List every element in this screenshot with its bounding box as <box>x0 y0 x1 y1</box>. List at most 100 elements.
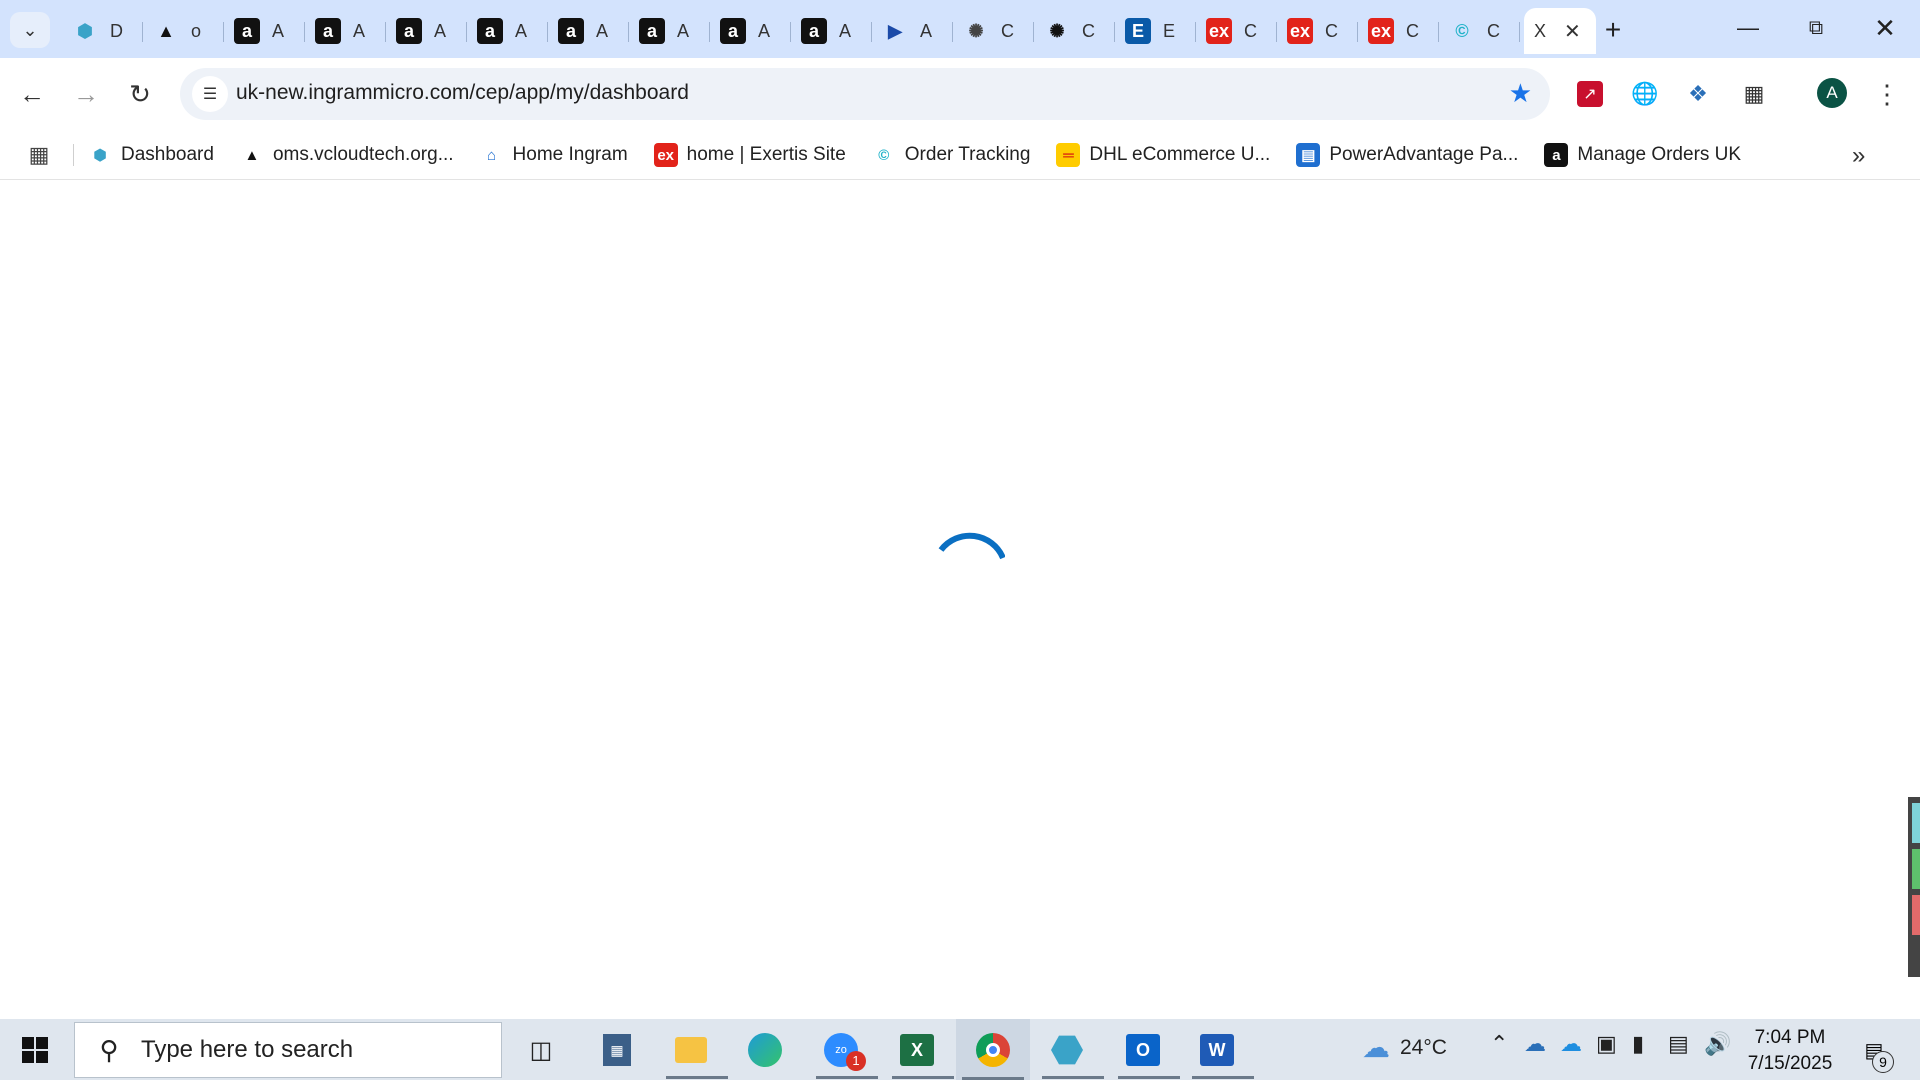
close-tab-icon[interactable]: ✕ <box>1564 19 1581 44</box>
browser-tab[interactable]: EE <box>1115 8 1196 54</box>
calculator-icon: ▦ <box>603 1034 631 1066</box>
browser-tab[interactable]: ex C <box>1358 8 1439 54</box>
new-tab-button[interactable]: + <box>1596 13 1630 47</box>
browser-menu-button[interactable]: ⋮ <box>1872 76 1902 112</box>
excel-app[interactable]: X <box>892 1027 954 1079</box>
amazon-icon: a <box>558 18 584 44</box>
security-tray-icon[interactable]: ▣ <box>1596 1031 1617 1057</box>
loading-spinner-icon <box>938 532 1005 560</box>
browser-tab[interactable]: ex C <box>1196 8 1277 54</box>
url-text[interactable]: uk-new.ingrammicro.com/cep/app/my/dashbo… <box>236 81 689 105</box>
show-hidden-icons-button[interactable]: ⌃ <box>1490 1031 1508 1057</box>
outlook-app[interactable]: O <box>1118 1027 1180 1079</box>
onedrive-personal-tray-icon[interactable]: ☁ <box>1560 1031 1582 1057</box>
minimize-icon: — <box>1737 15 1759 40</box>
restore-button[interactable]: ⧉ <box>1786 8 1846 48</box>
forward-button[interactable]: → <box>68 76 104 112</box>
profile-avatar[interactable]: A <box>1817 78 1847 108</box>
bookmark-item[interactable]: ═ DHL eCommerce U... <box>1056 138 1270 172</box>
calculator-app[interactable]: ▦ <box>592 1027 642 1073</box>
folder-icon <box>675 1037 707 1063</box>
extension-network-button[interactable]: ❖ <box>1680 76 1716 112</box>
tab-title: A <box>515 20 528 41</box>
tab-title: E <box>1163 20 1176 41</box>
more-bookmarks-button[interactable]: » <box>1852 142 1865 170</box>
battery-icon[interactable]: ▮ <box>1632 1031 1644 1057</box>
browser-tab[interactable]: X ✕ <box>1524 8 1596 54</box>
browser-tab[interactable]: ▶ A <box>872 8 953 54</box>
tab-search-button[interactable]: ⌄ <box>10 12 50 48</box>
running-indicator <box>1042 1076 1104 1079</box>
browser-tab[interactable]: aA <box>791 8 872 54</box>
browser-tab[interactable]: aA <box>386 8 467 54</box>
back-button[interactable]: ← <box>14 76 50 112</box>
tab-title: A <box>839 20 852 41</box>
browser-tab[interactable]: ⬢ D <box>62 8 143 54</box>
running-indicator <box>1118 1076 1180 1079</box>
browser-toolbar: ← → ↻ ☰ uk-new.ingrammicro.com/cep/app/m… <box>0 58 1920 130</box>
zoom-app[interactable]: zo 1 <box>816 1027 878 1079</box>
browser-tab[interactable]: aA <box>710 8 791 54</box>
extensions-button[interactable]: ▦ <box>1736 76 1772 112</box>
task-view-button[interactable]: ◫ <box>516 1027 566 1073</box>
onedrive-tray-icon[interactable]: ☁ <box>1524 1031 1546 1057</box>
tab-title: C <box>1406 20 1419 41</box>
grid-icon: ▦ <box>28 142 50 167</box>
bookmark-item[interactable]: ex home | Exertis Site <box>653 138 846 172</box>
tab-title: C <box>1244 20 1257 41</box>
notification-count-badge: 9 <box>1872 1051 1894 1073</box>
hex-icon <box>1051 1035 1083 1065</box>
running-indicator <box>666 1076 728 1079</box>
volume-icon[interactable]: 🔊 <box>1704 1031 1731 1057</box>
browser-tab[interactable]: aA <box>305 8 386 54</box>
taskbar-search[interactable]: ⚲ Type here to search <box>74 1022 502 1078</box>
tab-title: A <box>272 20 285 41</box>
browser-tab[interactable]: aA <box>548 8 629 54</box>
browser-tab[interactable]: ▲ o <box>143 8 224 54</box>
tab-title: D <box>110 20 123 41</box>
restore-icon: ⧉ <box>1808 16 1824 39</box>
reload-button[interactable]: ↻ <box>122 76 158 112</box>
excel-icon: X <box>900 1034 934 1066</box>
bookmark-item[interactable]: ▤ PowerAdvantage Pa... <box>1296 138 1518 172</box>
bookmark-item[interactable]: © Order Tracking <box>872 138 1030 172</box>
apps-button[interactable]: ▦ <box>24 140 54 170</box>
globe-icon: 🌐 <box>1631 81 1659 106</box>
browser-tab[interactable]: aA <box>224 8 305 54</box>
start-button[interactable] <box>15 1031 55 1069</box>
bookmark-item[interactable]: ▲ oms.vcloudtech.org... <box>240 138 454 172</box>
running-indicator <box>1192 1076 1254 1079</box>
edge-app[interactable] <box>740 1027 790 1073</box>
extension-acrobat-button[interactable]: ↗ <box>1572 76 1608 112</box>
network-tray-icon[interactable]: ▤ <box>1668 1031 1689 1057</box>
bookmark-item[interactable]: a Manage Orders UK <box>1544 138 1741 172</box>
tab-strip: ⌄ ⬢ D ▲ o a Aa Aa Aa Aa Aa Aa Aa A ▶ A ✺ C ✺ C E Eex Cex Cex C ©… <box>0 0 1920 58</box>
c-swirl-icon: © <box>878 146 890 164</box>
word-app[interactable]: W <box>1192 1027 1254 1079</box>
puzzle-icon: ▦ <box>1743 81 1765 106</box>
site-info-button[interactable]: ☰ <box>192 76 228 112</box>
chrome-app[interactable] <box>956 1019 1030 1080</box>
weather-widget[interactable]: ☁ 24°C <box>1362 1031 1447 1064</box>
bookmark-label: home | Exertis Site <box>686 144 846 165</box>
browser-tab[interactable]: ✺ C <box>953 8 1034 54</box>
minimize-button[interactable]: — <box>1718 8 1778 48</box>
browser-tab[interactable]: aA <box>629 8 710 54</box>
bookmark-item[interactable]: ⬢ Dashboard <box>88 138 214 172</box>
dashboard-app[interactable] <box>1042 1027 1104 1079</box>
close-window-button[interactable]: ✕ <box>1855 8 1915 48</box>
arrow-left-icon: ← <box>19 78 45 109</box>
bookmark-item[interactable]: ⌂ Home Ingram <box>480 138 628 172</box>
browser-tab[interactable]: ✺ C <box>1034 8 1115 54</box>
exertis-icon: ex <box>1287 18 1313 44</box>
bookmark-star-icon[interactable]: ★ <box>1509 78 1532 109</box>
extension-globe-button[interactable]: 🌐 <box>1627 76 1663 112</box>
address-bar[interactable]: ☰ uk-new.ingrammicro.com/cep/app/my/dash… <box>180 68 1550 120</box>
browser-tab[interactable]: aA <box>467 8 548 54</box>
file-explorer-app[interactable] <box>666 1027 728 1079</box>
amazon-icon: a <box>396 18 422 44</box>
browser-tab[interactable]: ex C <box>1277 8 1358 54</box>
browser-tab[interactable]: © C <box>1439 8 1520 54</box>
system-clock[interactable]: 7:04 PM 7/15/2025 <box>1730 1025 1850 1077</box>
openai-icon: ✺ <box>1049 20 1065 41</box>
